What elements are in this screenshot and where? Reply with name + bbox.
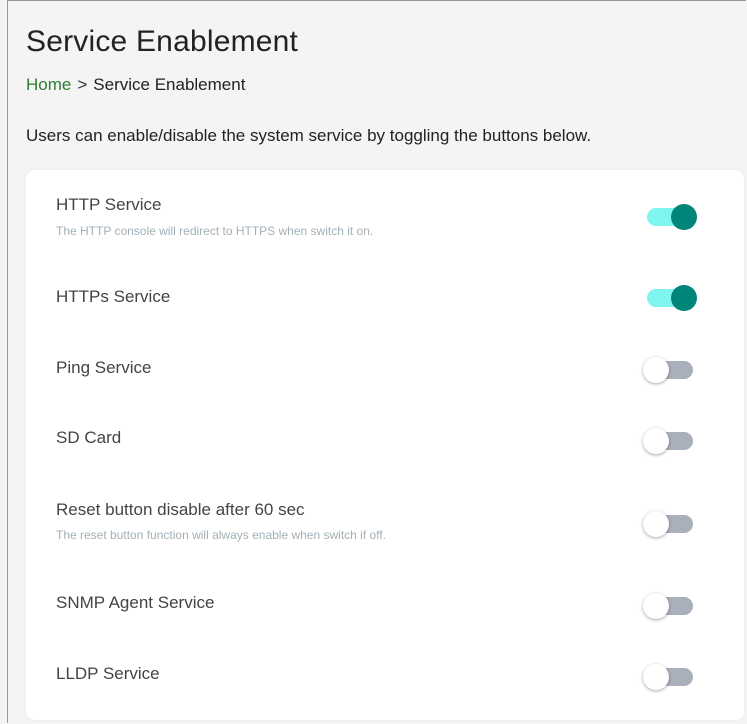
- toggle-http-service[interactable]: [645, 202, 697, 230]
- service-label-ping: Ping Service: [56, 358, 152, 377]
- toggle-thumb: [643, 357, 669, 383]
- toggle-ping-service[interactable]: [643, 355, 697, 383]
- toggle-https-service[interactable]: [645, 283, 697, 311]
- toggle-thumb: [643, 511, 669, 537]
- breadcrumb: Home > Service Enablement: [26, 75, 245, 95]
- services-card: HTTP Service The HTTP console will redir…: [26, 170, 744, 720]
- toggle-thumb: [671, 204, 697, 230]
- toggle-thumb: [671, 285, 697, 311]
- breadcrumb-current: Service Enablement: [93, 75, 246, 94]
- breadcrumb-separator: >: [77, 75, 88, 94]
- service-desc-http: The HTTP console will redirect to HTTPS …: [56, 224, 374, 238]
- toggle-snmp-agent-service[interactable]: [643, 591, 697, 619]
- service-label-lldp: LLDP Service: [56, 664, 160, 683]
- toggle-thumb: [643, 664, 669, 690]
- toggle-thumb: [643, 593, 669, 619]
- toggle-lldp-service[interactable]: [643, 662, 697, 690]
- service-label-snmp: SNMP Agent Service: [56, 593, 215, 612]
- toggle-reset-button-disable[interactable]: [643, 509, 697, 537]
- breadcrumb-home-link[interactable]: Home: [26, 75, 71, 94]
- service-label-reset-button: Reset button disable after 60 sec: [56, 500, 305, 519]
- service-desc-reset-button: The reset button function will always en…: [56, 528, 386, 542]
- service-label-http: HTTP Service: [56, 195, 162, 214]
- page-description: Users can enable/disable the system serv…: [26, 126, 592, 145]
- toggle-thumb: [643, 428, 669, 454]
- toggle-sd-card[interactable]: [643, 426, 697, 454]
- service-label-sd-card: SD Card: [56, 428, 122, 447]
- page-title: Service Enablement: [26, 25, 299, 58]
- service-label-https: HTTPs Service: [56, 287, 171, 306]
